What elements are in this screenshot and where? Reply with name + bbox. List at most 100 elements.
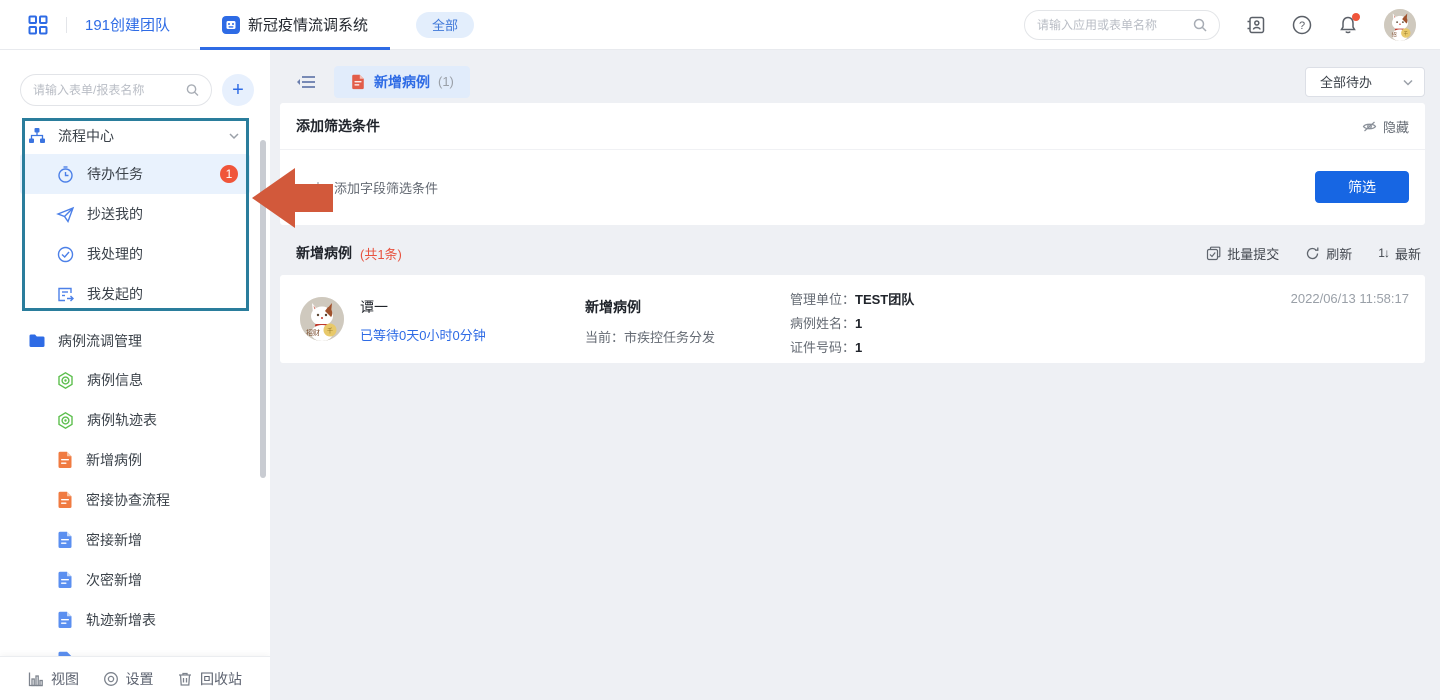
record-timestamp: 2022/06/13 11:58:17 (1291, 291, 1409, 306)
recycle-bin-button[interactable]: 回收站 (177, 669, 242, 689)
sidebar-item-cc-to-me[interactable]: 抄送我的 (20, 194, 250, 234)
sort-label: 最新 (1395, 244, 1421, 263)
svg-text:千: 千 (1404, 30, 1409, 37)
filter-title: 添加筛选条件 (296, 116, 380, 136)
form-search-input[interactable] (33, 83, 186, 97)
apps-grid-icon[interactable] (28, 15, 48, 35)
record-name-column: 谭一 已等待0天0小时0分钟 (360, 297, 486, 344)
sidebar-item-label: 病例轨迹表 (87, 410, 157, 430)
settings-button[interactable]: 设置 (103, 669, 154, 689)
app-tab-label: 新冠疫情流调系统 (248, 14, 368, 35)
help-icon[interactable]: ? (1292, 15, 1312, 35)
hide-filter-button[interactable]: 隐藏 (1362, 117, 1409, 136)
chevron-down-icon (1402, 76, 1414, 88)
active-tab-underline (200, 47, 390, 50)
form-doc-icon (350, 74, 366, 90)
svg-text:招: 招 (1392, 31, 1397, 38)
sidebar-item-case-info[interactable]: 病例信息 (20, 360, 250, 400)
sidebar-scrollbar[interactable] (260, 140, 266, 478)
record-waiting-time: 已等待0天0小时0分钟 (360, 325, 486, 344)
add-filter-condition[interactable]: ＋ 添加字段筛选条件 (310, 175, 438, 199)
svg-text:招财: 招财 (306, 328, 320, 337)
dashboard-hex-icon (56, 371, 75, 390)
view-tab-label: 新增病例 (374, 72, 430, 92)
chart-icon (28, 671, 44, 687)
record-list: 千 招财 谭一 已等待0天0小时0分钟 新增病例 当前：市疾控任务分发 管理单位… (280, 275, 1425, 363)
filter-button[interactable]: 筛选 (1315, 171, 1409, 203)
global-search[interactable] (1024, 10, 1220, 40)
refresh-icon (1305, 246, 1320, 261)
todo-count-badge: 1 (220, 165, 238, 183)
collapse-sidebar-icon[interactable] (296, 73, 316, 91)
form-doc-icon (56, 531, 74, 549)
sidebar-item-process-center[interactable]: 流程中心 (20, 118, 250, 154)
sidebar-group-case-management[interactable]: 病例流调管理 (20, 322, 250, 360)
form-doc-icon (56, 571, 74, 589)
app-icon (222, 16, 240, 34)
batch-submit-label: 批量提交 (1227, 244, 1279, 263)
user-avatar[interactable]: 千 招 (1384, 9, 1416, 41)
form-doc-icon (56, 611, 74, 629)
app-tab[interactable]: 新冠疫情流调系统 (200, 0, 390, 50)
sidebar-item-label: 抄送我的 (87, 204, 143, 224)
sidebar-item-case-track-table[interactable]: 病例轨迹表 (20, 400, 250, 440)
record-name: 谭一 (360, 297, 486, 317)
filter-card-body: ＋ 添加字段筛选条件 筛选 (280, 150, 1425, 224)
sidebar-item-close-contact-new[interactable]: 密接新增 (20, 520, 250, 560)
todo-filter-dropdown[interactable]: 全部待办 (1305, 67, 1425, 97)
topbar-right: ? 千 (1024, 9, 1416, 41)
gear-icon (103, 671, 119, 687)
divider (66, 17, 67, 33)
form-doc-icon (56, 491, 74, 509)
todo-filter-value: 全部待办 (1320, 72, 1372, 91)
scope-all-pill[interactable]: 全部 (416, 12, 474, 38)
record-form-column: 新增病例 当前：市疾控任务分发 (585, 297, 715, 346)
contacts-icon[interactable] (1246, 15, 1266, 35)
nav-gap (0, 314, 270, 322)
notification-bell-icon[interactable] (1338, 15, 1358, 35)
sidebar-item-todo-tasks[interactable]: 待办任务 1 (20, 154, 250, 194)
record-field: 管理单位：TEST团队 (790, 288, 914, 312)
sidebar-item-handled-by-me[interactable]: 我处理的 (20, 234, 250, 274)
eye-off-icon (1362, 119, 1377, 134)
refresh-button[interactable]: 刷新 (1305, 244, 1352, 263)
paper-plane-icon (56, 205, 75, 224)
chevron-down-icon[interactable] (228, 130, 240, 142)
sidebar-item-initiated-by-me[interactable]: 我发起的 (20, 274, 250, 314)
sidebar-item-secondary-contact-new[interactable]: 次密新增 (20, 560, 250, 600)
global-search-input[interactable] (1037, 18, 1193, 32)
views-button[interactable]: 视图 (28, 669, 79, 689)
form-search[interactable] (20, 74, 212, 106)
record-field: 病例姓名：1 (790, 312, 914, 336)
sidebar-item-label: 流程中心 (58, 126, 114, 146)
sidebar-footer: 视图 设置 回收站 (0, 656, 270, 700)
main-header: 新增病例 (1) 全部待办 (280, 60, 1425, 103)
sidebar-item-label: 新增病例 (86, 450, 142, 470)
sidebar-item-track-new-table[interactable]: 轨迹新增表 (20, 600, 250, 640)
sidebar-group-label: 病例流调管理 (58, 331, 142, 351)
batch-submit-button[interactable]: 批量提交 (1206, 244, 1279, 263)
recycle-label: 回收站 (200, 669, 242, 689)
list-title: 新增病例 (296, 243, 352, 263)
sort-icon: 1↓ (1378, 246, 1389, 260)
batch-check-icon (1206, 246, 1221, 261)
search-icon (186, 83, 199, 97)
filter-card: 添加筛选条件 隐藏 ＋ 添加字段筛选条件 筛选 (280, 103, 1425, 225)
sort-latest-button[interactable]: 1↓ 最新 (1378, 244, 1421, 263)
add-form-button[interactable]: + (222, 74, 254, 106)
clock-icon (56, 165, 75, 184)
list-actions: 批量提交 刷新 1↓ 最新 (1206, 244, 1421, 263)
team-name[interactable]: 191创建团队 (85, 14, 170, 35)
sidebar-item-label: 待办任务 (87, 164, 143, 184)
sidebar: + 流程中心 待办任务 1 (0, 50, 270, 700)
record-form-name: 新增病例 (585, 297, 715, 317)
sidebar-item-close-contact-flow[interactable]: 密接协查流程 (20, 480, 250, 520)
record-current-node: 当前：市疾控任务分发 (585, 327, 715, 346)
record-fields: 管理单位：TEST团队 病例姓名：1 证件号码：1 (790, 288, 914, 360)
svg-text:?: ? (1299, 20, 1305, 32)
filter-card-header: 添加筛选条件 隐藏 (280, 103, 1425, 150)
app-window: 191创建团队 新冠疫情流调系统 全部 (0, 0, 1440, 700)
search-icon (1193, 18, 1207, 32)
sidebar-item-new-case-form[interactable]: 新增病例 (20, 440, 250, 480)
active-view-tab[interactable]: 新增病例 (1) (334, 66, 470, 98)
